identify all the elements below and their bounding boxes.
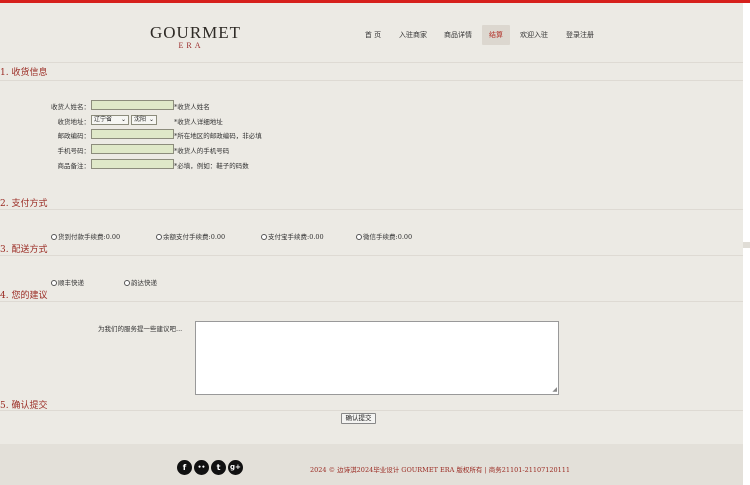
payment-option-wechat[interactable]: 微信手续费:0.00: [356, 231, 412, 241]
flickr-icon[interactable]: ••: [194, 460, 209, 475]
divider: [0, 62, 743, 63]
site-logo[interactable]: GOURMET ERA: [150, 23, 242, 50]
delivery-option-label: 顺丰快递: [58, 279, 84, 287]
window-scrollbar[interactable]: [743, 3, 750, 485]
receiver-name-input[interactable]: [91, 100, 174, 110]
remark-hint: *必填，例如：鞋子的码数: [174, 162, 249, 170]
nav-item-product-details[interactable]: 商品详情: [440, 25, 476, 45]
payment-option-label: 货到付款手续费:0.00: [58, 233, 121, 241]
receiver-name-label: 收货人姓名：: [51, 103, 90, 111]
remark-label: 商品备注：: [57, 162, 91, 170]
site-header: GOURMET ERA 首 页 入驻商家 商品详情 结算 欢迎入驻 登录注册: [0, 3, 743, 61]
suggestion-label: 为我们的服务提一些建议吧...: [98, 325, 183, 333]
payment-option-label: 余额支付手续费:0.00: [163, 233, 226, 241]
facebook-icon[interactable]: f: [177, 460, 192, 475]
radio-icon: [156, 234, 162, 240]
receiver-name-hint: *收货人姓名: [174, 103, 210, 111]
address-hint: *收货人详细地址: [174, 118, 223, 126]
province-value: 辽宁省: [94, 116, 113, 123]
payment-option-label: 支付宝手续费:0.00: [268, 233, 324, 241]
section-title-suggestion: 4. 您的建议: [0, 291, 48, 301]
radio-icon: [51, 234, 57, 240]
province-select[interactable]: 辽宁省 ⌄: [91, 115, 129, 125]
radio-icon: [261, 234, 267, 240]
google-plus-icon[interactable]: g+: [228, 460, 243, 475]
divider: [0, 301, 743, 302]
divider: [0, 209, 743, 210]
copyright-text: 2024 © 边诗淇2024毕业设计 GOURMET ERA 版权所有 | 商务…: [310, 466, 571, 474]
payment-option-balance[interactable]: 余额支付手续费:0.00: [156, 231, 225, 241]
nav-item-welcome[interactable]: 欢迎入驻: [516, 25, 552, 45]
chevron-down-icon: ⌄: [148, 116, 154, 123]
radio-icon: [356, 234, 362, 240]
nav-item-checkout[interactable]: 结算: [482, 25, 510, 45]
address-label: 收货地址：: [57, 118, 91, 126]
phone-hint: *收货人的手机号码: [174, 147, 230, 155]
section-title-payment: 2. 支付方式: [0, 199, 48, 209]
delivery-option-yunda[interactable]: 韵达快递: [124, 277, 157, 287]
divider: [0, 255, 743, 256]
city-value: 沈阳: [134, 116, 147, 123]
radio-icon: [51, 280, 57, 286]
nav-item-home[interactable]: 首 页: [359, 25, 387, 45]
postcode-label: 邮政编码：: [57, 132, 91, 140]
scrollbar-gap: [743, 242, 750, 248]
payment-option-cod[interactable]: 货到付款手续费:0.00: [51, 231, 120, 241]
phone-label: 手机号码：: [57, 147, 91, 155]
section-title-delivery: 3. 配送方式: [0, 245, 48, 255]
twitter-icon[interactable]: t: [211, 460, 226, 475]
phone-input[interactable]: [91, 144, 174, 154]
nav-item-login-register[interactable]: 登录注册: [561, 25, 599, 45]
payment-option-label: 微信手续费:0.00: [363, 233, 413, 241]
payment-option-alipay[interactable]: 支付宝手续费:0.00: [261, 231, 324, 241]
postcode-input[interactable]: [91, 129, 174, 139]
nav-item-merchants[interactable]: 入驻商家: [395, 25, 431, 45]
remark-input[interactable]: [91, 159, 174, 169]
chevron-down-icon: ⌄: [120, 116, 126, 123]
postcode-hint: *所在地区的邮政编码，非必填: [174, 132, 262, 140]
logo-main-text: GOURMET: [150, 23, 242, 42]
suggestion-textarea[interactable]: ◢: [195, 321, 559, 395]
delivery-option-label: 韵达快递: [131, 279, 157, 287]
radio-icon: [124, 280, 130, 286]
logo-sub-text: ERA: [178, 41, 204, 50]
divider: [0, 410, 743, 411]
confirm-submit-button[interactable]: 确认提交: [341, 413, 376, 424]
divider: [0, 80, 743, 81]
delivery-option-sf[interactable]: 顺丰快递: [51, 277, 84, 287]
section-title-shipping: 1. 收货信息: [0, 68, 48, 78]
city-select[interactable]: 沈阳 ⌄: [131, 115, 157, 125]
resize-handle-icon[interactable]: ◢: [552, 387, 557, 393]
